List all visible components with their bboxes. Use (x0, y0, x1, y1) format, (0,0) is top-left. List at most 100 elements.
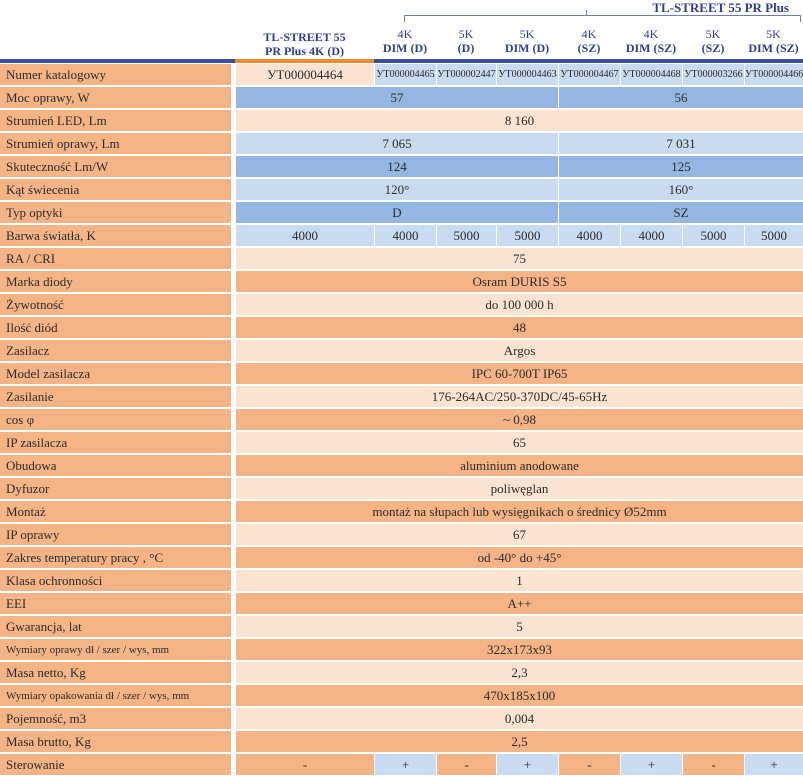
table-row: Barwa światła, K 4000 4000 5000 5000 4000 4000… (0, 225, 803, 248)
table-cell: Argos (235, 340, 803, 362)
table-cell: 1 (235, 570, 803, 592)
table-row: Masa netto, Kg 2,3 (0, 662, 803, 685)
variant-header-line2: DIM (D) (382, 41, 428, 55)
row-label: Gwarancja, lat (0, 616, 231, 638)
row-label: EEI (0, 593, 231, 615)
table-cell: + (374, 754, 436, 776)
table-row: Kąt świecenia 120° 160° (0, 179, 803, 202)
table-cell: УТ000004464 (235, 64, 374, 86)
table-cell: 65 (235, 432, 803, 454)
variant-header: 5K DIM (D) (496, 27, 558, 55)
table-cell: - (558, 754, 620, 776)
variant-header: 5K (D) (436, 27, 496, 55)
row-label: Strumień oprawy, Lm (0, 133, 231, 155)
table-row: Montaż montaż na słupach lub wysięgnikach… (0, 501, 803, 524)
row-label: Sterowanie (0, 754, 231, 776)
table-cell: poliwęglan (235, 478, 803, 500)
variant-header-line1: 4K (581, 27, 597, 41)
table-cell: УТ000004465 (374, 64, 436, 86)
group-bracket-tick (586, 10, 587, 15)
table-row: EEI A++ (0, 593, 803, 616)
row-label: Pojemność, m3 (0, 708, 231, 730)
table-cell: 124 (235, 156, 558, 178)
header-rule-highlight (235, 59, 374, 63)
first-model-line2: PR Plus 4K (D) (265, 44, 344, 58)
table-header: TL-STREET 55 PR Plus TL-STREET 55 PR Plu… (0, 0, 803, 64)
row-label: Numer katalogowy (0, 64, 231, 86)
table-cell: 2,5 (235, 731, 803, 753)
table-cell: 67 (235, 524, 803, 546)
table-cell: 5000 (682, 225, 744, 247)
table-cell: 4000 (620, 225, 682, 247)
variant-header: 4K DIM (D) (374, 27, 436, 55)
row-label: Typ optyki (0, 202, 231, 224)
table-cell: aluminium anodowane (235, 455, 803, 477)
table-row: Numer katalogowy УТ000004464 УТ000004465 УТ… (0, 64, 803, 87)
variant-header-line2: DIM (SZ) (625, 41, 677, 55)
row-label: Masa brutto, Kg (0, 731, 231, 753)
table-cell: 4000 (235, 225, 374, 247)
variant-header-line1: 4K (643, 27, 659, 41)
row-label: Wymiary oprawy dł / szer / wys, mm (0, 639, 231, 661)
table-cell: Osram DURIS S5 (235, 271, 803, 293)
table-cell: 57 (235, 87, 558, 109)
row-label: Ilość diód (0, 317, 231, 339)
row-label: Zasilacz (0, 340, 231, 362)
table-cell: 48 (235, 317, 803, 339)
table-cell: 5000 (436, 225, 496, 247)
table-cell: do 100 000 h (235, 294, 803, 316)
variant-header: 4K DIM (SZ) (620, 27, 682, 55)
table-row: Marka diody Osram DURIS S5 (0, 271, 803, 294)
table-row: Obudowa aluminium anodowane (0, 455, 803, 478)
table-row: Moc oprawy, W 57 56 (0, 87, 803, 110)
row-label: Dyfuzor (0, 478, 231, 500)
product-group-title: TL-STREET 55 PR Plus (652, 0, 789, 15)
table-cell: 5000 (496, 225, 558, 247)
table-cell: 470x185x100 (235, 685, 803, 707)
table-row: Strumień LED, Lm 8 160 (0, 110, 803, 133)
row-label: Kąt świecenia (0, 179, 231, 201)
table-cell: + (744, 754, 803, 776)
table-cell: УТ000004467 (558, 64, 620, 86)
row-label: Skuteczność Lm/W (0, 156, 231, 178)
table-row: Strumień oprawy, Lm 7 065 7 031 (0, 133, 803, 156)
table-row: Zasilanie 176-264AC/250-370DC/45-65Hz (0, 386, 803, 409)
variant-header-line2: (SZ) (701, 41, 725, 55)
table-cell: 4000 (374, 225, 436, 247)
table-row: Wymiary oprawy dł / szer / wys, mm 322x17… (0, 639, 803, 662)
row-label: IP zasilacza (0, 432, 231, 454)
table-cell: + (496, 754, 558, 776)
first-model-header: TL-STREET 55 PR Plus 4K (D) (235, 30, 374, 58)
table-cell: 120° (235, 179, 558, 201)
table-cell: A++ (235, 593, 803, 615)
table-row: Zakres temperatury pracy , °C od -40° do … (0, 547, 803, 570)
table-row: Gwarancja, lat 5 (0, 616, 803, 639)
table-cell: 56 (558, 87, 803, 109)
row-label: Marka diody (0, 271, 231, 293)
row-label: Masa netto, Kg (0, 662, 231, 684)
table-cell: 75 (235, 248, 803, 270)
table-cell: 5 (235, 616, 803, 638)
table-cell: 0,004 (235, 708, 803, 730)
row-label: Moc oprawy, W (0, 87, 231, 109)
group-bracket (404, 15, 801, 22)
row-label: Strumień LED, Lm (0, 110, 231, 132)
variant-header-line2: (SZ) (577, 41, 601, 55)
table-row: Masa brutto, Kg 2,5 (0, 731, 803, 754)
table-cell: D (235, 202, 558, 224)
table-cell: - (235, 754, 374, 776)
first-model-line1: TL-STREET 55 (263, 30, 346, 44)
variant-header-line1: 5K (458, 27, 474, 41)
table-row: RA / CRI 75 (0, 248, 803, 271)
table-cell: 7 031 (558, 133, 803, 155)
table-row: Dyfuzor poliwęglan (0, 478, 803, 501)
table-cell: montaż na słupach lub wysięgnikach o śre… (235, 501, 803, 523)
table-cell: 160° (558, 179, 803, 201)
table-row: cos φ ~ 0,98 (0, 409, 803, 432)
variant-header-line1: 5K (519, 27, 535, 41)
row-label: Żywotność (0, 294, 231, 316)
table-row: Typ optyki D SZ (0, 202, 803, 225)
table-row: Wymiary opakowania dł / szer / wys, mm 47… (0, 685, 803, 708)
table-row: Zasilacz Argos (0, 340, 803, 363)
table-row: IP zasilacza 65 (0, 432, 803, 455)
